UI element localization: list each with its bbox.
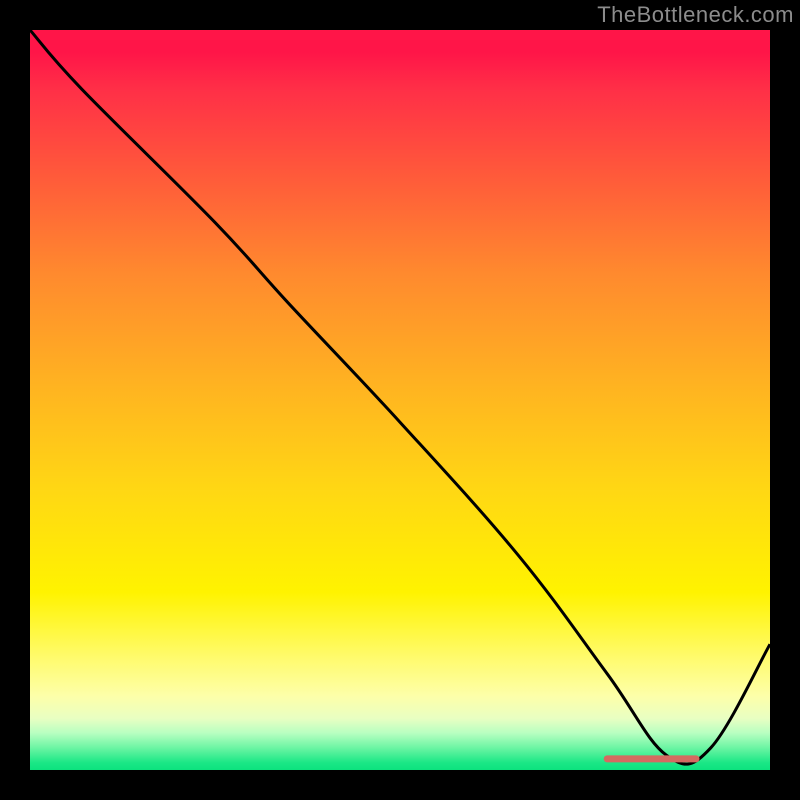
overlay-svg	[30, 30, 770, 770]
chart-stage: TheBottleneck.com	[0, 0, 800, 800]
attribution-label: TheBottleneck.com	[597, 2, 794, 28]
plot-area	[30, 30, 770, 770]
bottleneck-curve	[30, 30, 770, 764]
